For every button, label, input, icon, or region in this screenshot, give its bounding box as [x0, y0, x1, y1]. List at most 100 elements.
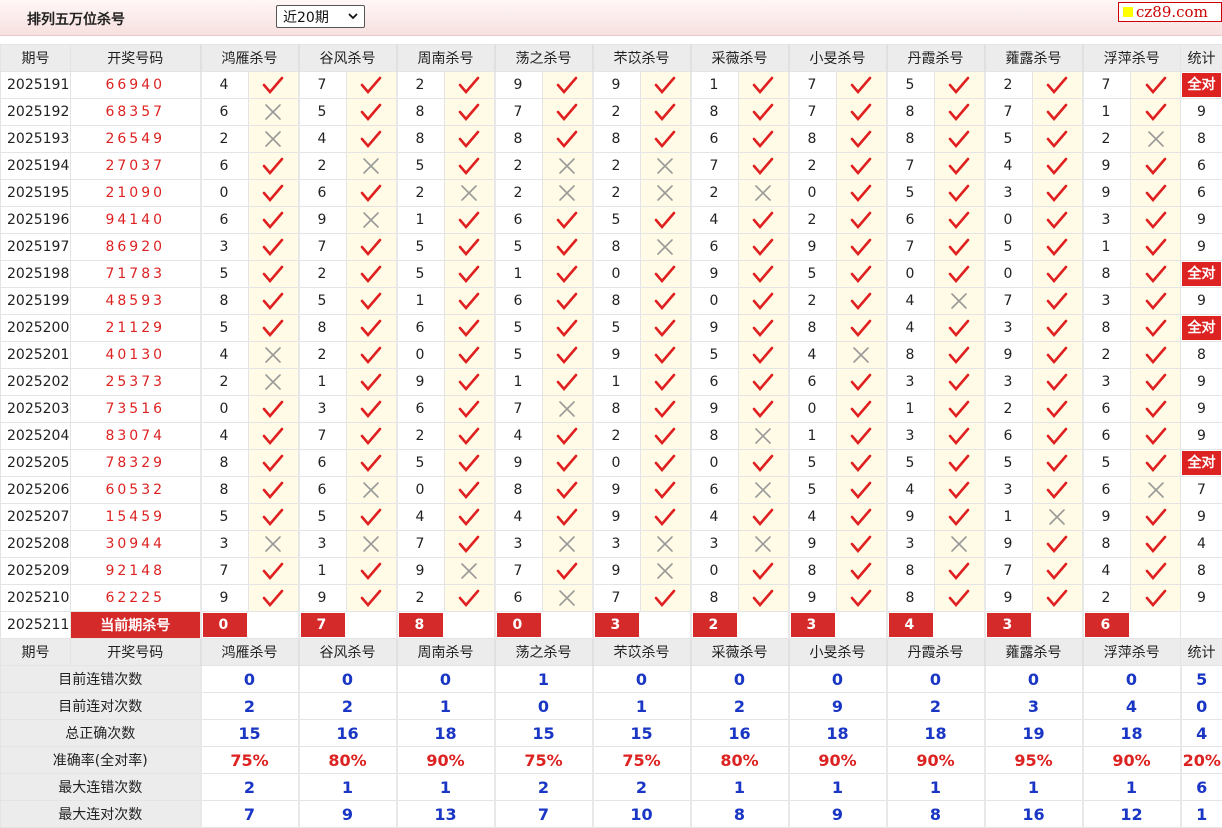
- kill-number-cell: 9: [691, 396, 739, 423]
- check-icon: [751, 156, 775, 176]
- check-icon: [947, 264, 971, 284]
- summary-value: 2: [299, 693, 397, 720]
- kill-number-cell: 4: [985, 153, 1033, 180]
- result-mark-cell: [1033, 504, 1083, 531]
- kill-number-cell: 6: [299, 450, 347, 477]
- check-icon: [1045, 561, 1069, 581]
- result-mark-cell: [837, 99, 887, 126]
- summary-value: 0: [691, 666, 789, 693]
- kill-number-cell: 2: [397, 423, 445, 450]
- result-mark-cell: [1033, 477, 1083, 504]
- period-select[interactable]: 近20期: [276, 5, 365, 28]
- result-mark-cell: [739, 261, 789, 288]
- kill-number-cell: 6: [691, 477, 739, 504]
- check-icon: [261, 480, 285, 500]
- result-mark-cell: [445, 423, 495, 450]
- summary-value: 2: [495, 774, 593, 801]
- result-mark-cell: [641, 450, 691, 477]
- result-mark-cell: [935, 423, 985, 450]
- kill-number-cell: 3: [985, 477, 1033, 504]
- result-mark-cell: [1131, 261, 1181, 288]
- result-mark-cell: [837, 126, 887, 153]
- kill-number-cell: 7: [495, 99, 543, 126]
- stat-cell: 7: [1181, 477, 1222, 504]
- check-icon: [1144, 561, 1168, 581]
- result-mark-cell: [935, 558, 985, 585]
- result-mark-cell: [543, 531, 593, 558]
- kill-number-cell: 0: [985, 207, 1033, 234]
- check-icon: [751, 399, 775, 419]
- result-mark-cell: [249, 99, 299, 126]
- check-icon: [261, 210, 285, 230]
- kill-number-cell: 7: [985, 558, 1033, 585]
- stat-value: 6: [1197, 158, 1206, 174]
- check-icon: [1045, 210, 1069, 230]
- kill-number-cell: 2: [495, 180, 543, 207]
- period-cell: 2025201: [1, 342, 71, 369]
- kill-number-cell: 4: [887, 315, 935, 342]
- kill-number-cell: 2: [397, 180, 445, 207]
- result-mark-cell: [1131, 72, 1181, 99]
- check-icon: [555, 345, 579, 365]
- summary-row: 最大连错次数21122111116: [1, 774, 1222, 801]
- result-mark-cell: [543, 315, 593, 342]
- summary-value: 2: [691, 693, 789, 720]
- kill-number-cell: 5: [887, 450, 935, 477]
- kill-number-cell: 1: [299, 369, 347, 396]
- current-stat-cell: [1181, 612, 1222, 639]
- summary-row: 目前连错次数00010000005: [1, 666, 1222, 693]
- check-icon: [849, 156, 873, 176]
- check-icon: [653, 210, 677, 230]
- result-mark-cell: [543, 261, 593, 288]
- check-icon: [359, 237, 383, 257]
- kill-number-cell: 5: [1083, 450, 1131, 477]
- kill-number-cell: 8: [789, 315, 837, 342]
- kill-number-cell: 9: [887, 504, 935, 531]
- col-header-stat: 统计: [1181, 45, 1222, 72]
- result-mark-cell: [445, 72, 495, 99]
- cross-icon: [653, 237, 677, 257]
- result-mark-cell: [347, 396, 397, 423]
- summary-label: 准确率(全对率): [1, 747, 201, 774]
- result-mark-cell: [347, 369, 397, 396]
- result-mark-cell: [1033, 153, 1083, 180]
- current-kill-badge: 8: [399, 613, 443, 637]
- check-icon: [1144, 453, 1168, 473]
- result-mark-cell: [935, 99, 985, 126]
- result-mark-cell: [935, 234, 985, 261]
- result-mark-cell: [445, 450, 495, 477]
- cross-icon: [261, 372, 285, 392]
- stat-cell: 9: [1181, 207, 1222, 234]
- kill-number-cell: 5: [887, 180, 935, 207]
- result-mark-cell: [1131, 207, 1181, 234]
- result-mark-cell: [347, 207, 397, 234]
- stat-cell: 全对: [1181, 315, 1222, 342]
- kill-number-cell: 2: [201, 126, 249, 153]
- result-mark-cell: [249, 234, 299, 261]
- result-mark-cell: [935, 585, 985, 612]
- site-logo[interactable]: cz89.com: [1118, 2, 1222, 22]
- result-mark-cell: [543, 585, 593, 612]
- kill-number-cell: 2: [1083, 585, 1131, 612]
- kill-number-cell: 7: [397, 531, 445, 558]
- draw-number-cell: 26549: [71, 126, 201, 153]
- cross-icon: [947, 291, 971, 311]
- kill-number-cell: 5: [299, 99, 347, 126]
- result-mark-cell: [837, 72, 887, 99]
- stat-cell: 8: [1181, 558, 1222, 585]
- cross-icon: [555, 183, 579, 203]
- summary-value: 16: [691, 720, 789, 747]
- result-mark-cell: [935, 180, 985, 207]
- summary-label: 目前连错次数: [1, 666, 201, 693]
- kill-number-cell: 2: [397, 72, 445, 99]
- kill-number-cell: 7: [299, 234, 347, 261]
- result-mark-cell: [347, 261, 397, 288]
- check-icon: [1144, 102, 1168, 122]
- check-icon: [457, 129, 481, 149]
- check-icon: [261, 453, 285, 473]
- period-select-value: 近20期: [283, 10, 329, 26]
- check-icon: [751, 75, 775, 95]
- kill-number-cell: 6: [397, 396, 445, 423]
- result-mark-cell: [445, 369, 495, 396]
- current-kill-badge: 4: [889, 613, 933, 637]
